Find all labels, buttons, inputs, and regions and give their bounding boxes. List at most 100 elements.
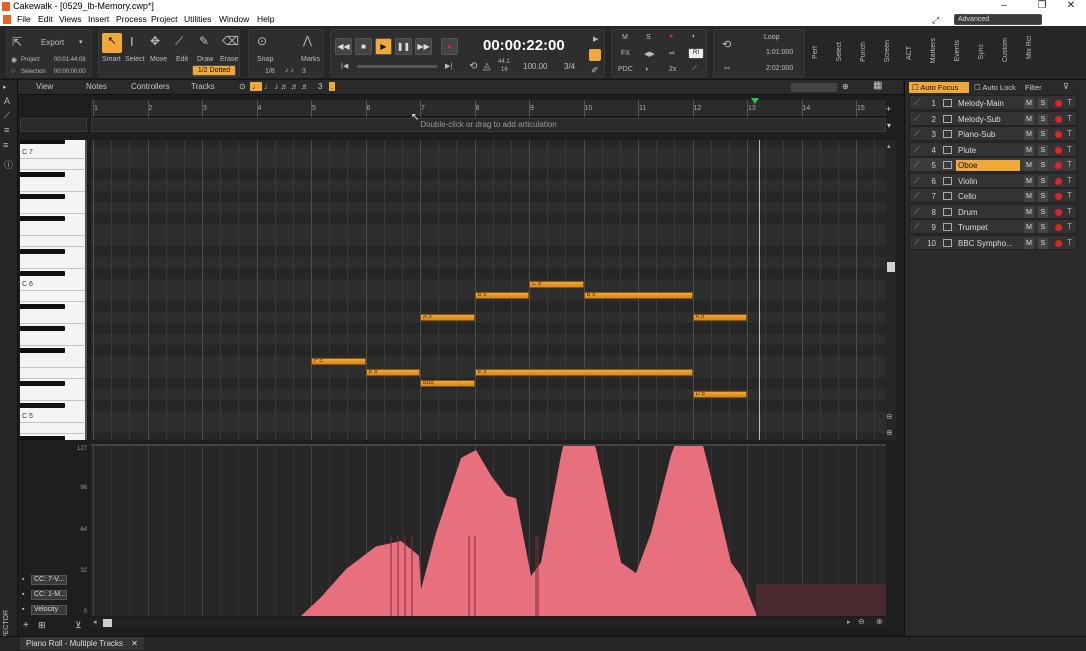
track-name[interactable]: Oboe bbox=[956, 160, 1020, 171]
track-name[interactable]: Piano-Sub bbox=[956, 129, 1020, 140]
articulation-lane[interactable]: Double-click or drag to add articulation bbox=[91, 118, 886, 132]
cc1-lane-button[interactable]: CC: 1-M... bbox=[31, 590, 67, 600]
lane-menu-icon[interactable]: ⊻ bbox=[75, 620, 82, 631]
menu-help[interactable]: Help bbox=[257, 14, 274, 24]
track-mute-button[interactable]: M bbox=[1024, 129, 1034, 140]
velocity-lane-button[interactable]: Velocity bbox=[31, 605, 67, 615]
menu-edit[interactable]: Edit bbox=[38, 14, 53, 24]
white-key[interactable] bbox=[20, 422, 85, 423]
track-edit-icon[interactable]: ⟋ bbox=[914, 238, 920, 248]
loop-toggle-icon[interactable]: ⟲ bbox=[469, 61, 477, 72]
lane-options-icon[interactable]: ⊞ bbox=[38, 620, 46, 631]
black-key[interactable] bbox=[20, 348, 65, 353]
pianoroll-tab[interactable]: Piano Roll - Multiple Tracks ✕ bbox=[20, 637, 144, 650]
white-key[interactable] bbox=[20, 433, 85, 434]
automation-icon[interactable]: ⇌ bbox=[669, 49, 675, 57]
custom-tab[interactable]: Custom bbox=[1002, 38, 1009, 62]
tuplet-value[interactable]: 3 bbox=[302, 68, 306, 75]
track-solo-button[interactable]: S bbox=[1038, 113, 1048, 125]
sync-tab[interactable]: Sync bbox=[978, 44, 985, 60]
track-echo-button[interactable]: T bbox=[1067, 207, 1072, 216]
zoom-out-icon[interactable]: ⊖ bbox=[886, 412, 893, 421]
minimize-button[interactable]: – bbox=[989, 0, 1019, 11]
punch-tab[interactable]: Punch bbox=[860, 42, 867, 62]
black-key[interactable] bbox=[20, 381, 65, 386]
track-arm-icon[interactable] bbox=[1055, 146, 1062, 154]
filter-icon[interactable]: ⊽ bbox=[1063, 82, 1069, 91]
track-echo-button[interactable]: T bbox=[1067, 176, 1072, 185]
black-key[interactable] bbox=[20, 271, 65, 276]
mute-all-button[interactable]: M bbox=[622, 34, 628, 41]
track-edit-icon[interactable]: ⟋ bbox=[914, 129, 920, 139]
black-key[interactable] bbox=[20, 140, 65, 144]
track-mute-button[interactable]: M bbox=[1024, 206, 1034, 218]
act-tab[interactable]: ACT bbox=[906, 46, 913, 60]
fast-forward-icon[interactable]: ▶▶ bbox=[415, 38, 432, 55]
black-key[interactable] bbox=[20, 326, 65, 331]
bypass-icon[interactable]: ◀▶ bbox=[644, 50, 655, 58]
black-key[interactable] bbox=[20, 403, 65, 408]
track-solo-button[interactable]: S bbox=[1038, 160, 1048, 171]
track-solo-button[interactable]: S bbox=[1038, 222, 1048, 233]
tool-icon-c[interactable]: ≡ bbox=[4, 125, 9, 135]
scroll-right-icon[interactable]: ▸ bbox=[847, 618, 851, 626]
black-key[interactable] bbox=[20, 216, 65, 221]
snap-value[interactable]: 1/8 bbox=[265, 68, 275, 75]
articulation-dropdown-icon[interactable]: ▾ bbox=[887, 121, 891, 130]
track-arm-icon[interactable] bbox=[1055, 239, 1062, 247]
white-key[interactable] bbox=[20, 235, 85, 236]
play-icon[interactable]: ▶ bbox=[375, 38, 392, 55]
metronome-icon[interactable]: ◬ bbox=[483, 61, 491, 72]
white-key[interactable] bbox=[20, 400, 85, 401]
filter-button[interactable]: Filter bbox=[1025, 83, 1042, 92]
track-row[interactable]: ⟋ 3 Piano-Sub M S T bbox=[909, 126, 1077, 141]
track-name[interactable]: Drum bbox=[956, 207, 1020, 218]
menu-file[interactable]: File bbox=[17, 14, 31, 24]
track-edit-icon[interactable]: ⟋ bbox=[914, 207, 920, 217]
white-key[interactable] bbox=[20, 367, 85, 368]
hscroll-thumb[interactable] bbox=[103, 619, 112, 627]
midi-note[interactable]: C 6 bbox=[529, 281, 584, 288]
track-edit-icon[interactable]: ⟋ bbox=[914, 222, 920, 232]
tempo-display[interactable]: 100.00 bbox=[523, 62, 547, 71]
loop-icon[interactable]: ⟲ bbox=[722, 38, 731, 51]
white-key[interactable] bbox=[20, 323, 85, 324]
note-values-icons[interactable]: ♩ ♪ ♬ ♬ ♬ bbox=[264, 82, 309, 91]
select-tool-icon[interactable]: I bbox=[130, 34, 134, 49]
position-slider[interactable] bbox=[357, 65, 437, 68]
dotted-icon[interactable]: . bbox=[329, 82, 336, 91]
track-name[interactable]: Trumpet bbox=[956, 222, 1020, 233]
track-row[interactable]: ⟋ 4 Plute M S T bbox=[909, 141, 1077, 157]
perf-tab[interactable]: Perf bbox=[812, 46, 819, 59]
loop-range-icon[interactable]: ⇔ bbox=[722, 62, 732, 73]
offline-icon[interactable]: ⟋ bbox=[692, 65, 697, 73]
timeline-ruler[interactable]: 1 2 3 4 5 6 7 8 9 10 11 12 13 14 15 bbox=[91, 100, 886, 117]
midi-note[interactable]: D 5 bbox=[692, 391, 747, 398]
white-key[interactable] bbox=[20, 345, 85, 346]
scroll-left-icon[interactable]: ◂ bbox=[93, 618, 97, 626]
horizontal-scrollbar[interactable]: ◂ ▸ ⊖ ⊕ bbox=[91, 617, 886, 628]
track-edit-icon[interactable]: ⟋ bbox=[914, 145, 920, 155]
track-arm-icon[interactable] bbox=[1055, 224, 1062, 231]
pdc-button[interactable]: PDC bbox=[618, 66, 633, 73]
record-mode-icon[interactable] bbox=[589, 49, 601, 61]
scroll-up-icon[interactable]: ▴ bbox=[887, 142, 891, 150]
record-icon[interactable]: ● bbox=[441, 38, 458, 55]
menu-project[interactable]: Project bbox=[151, 14, 177, 24]
select-tab[interactable]: Select bbox=[836, 42, 843, 61]
lane-expand-icon-3[interactable]: ▪ bbox=[22, 606, 24, 613]
punch-icon[interactable]: ✐ bbox=[591, 65, 599, 76]
track-mute-button[interactable]: M bbox=[1024, 113, 1034, 125]
smart-tool-icon[interactable]: ↖ bbox=[102, 33, 122, 53]
menu-views[interactable]: Views bbox=[59, 14, 82, 24]
export-icon[interactable]: ⇱ bbox=[12, 35, 22, 49]
loop-end[interactable]: 2:02:000 bbox=[766, 65, 793, 72]
track-mute-button[interactable]: M bbox=[1024, 237, 1034, 249]
track-echo-button[interactable]: T bbox=[1067, 222, 1072, 231]
track-row[interactable]: ⟋ 2 Melody-Sub M S T bbox=[909, 110, 1077, 126]
pr-search-field[interactable] bbox=[791, 83, 837, 92]
dim-icon[interactable]: ◑ bbox=[644, 66, 648, 73]
vertical-scrollbar[interactable]: ▴ ⊖ ⊕ bbox=[886, 140, 896, 440]
track-arm-icon[interactable] bbox=[1055, 193, 1062, 200]
white-key[interactable] bbox=[20, 268, 85, 269]
